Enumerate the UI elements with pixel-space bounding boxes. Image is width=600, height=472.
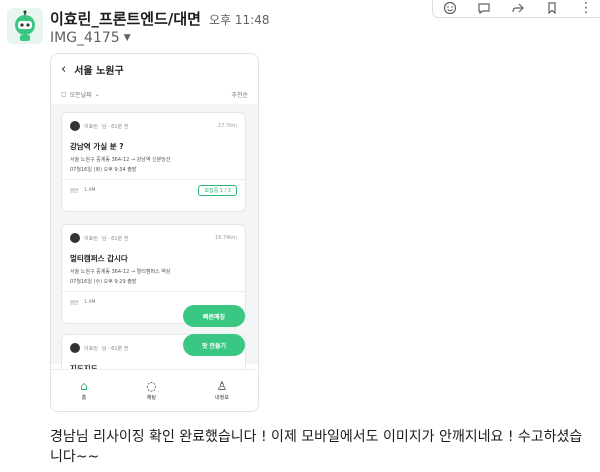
bookmark-icon[interactable] <box>541 0 563 17</box>
preview-app-header: ‹ 서울 노원구 <box>51 54 258 84</box>
card-tags: 일반 1.0M <box>70 300 95 306</box>
departure-time: 07월16일 (수) 오후 9:29 출발 <box>70 279 137 285</box>
more-actions-icon[interactable]: ⋮ <box>575 0 597 17</box>
tab-home: ⌂ 홈 <box>80 379 88 401</box>
author-name: 이효린 <box>84 345 98 352</box>
attached-image[interactable]: ‹ 서울 노원구 ▢ 모든날짜 ⌄ 추천순 이효린 님 · 61분 전 17.7… <box>50 53 259 412</box>
attachment-title[interactable]: IMG_4175 ▼ <box>50 30 131 46</box>
message-actions-toolbar: ⋮ <box>432 0 600 18</box>
quick-match-button: 빠른매칭 <box>183 305 245 327</box>
slack-message: 이효린_프론트엔드/대면 오후 11:48 IMG_4175 ▼ ⋮ ‹ 서울 … <box>0 0 600 472</box>
tab-chat: ◌ 채팅 <box>146 379 157 401</box>
preview-filter-row: ▢ 모든날짜 ⌄ 추천순 <box>61 90 248 99</box>
message-body: 경남님 리사이징 확인 완료했습니다 ! 이제 모바일에서도 이미지가 안깨지네… <box>50 429 583 465</box>
distance: 17.7km <box>218 123 237 129</box>
share-icon[interactable] <box>507 0 529 17</box>
chat-icon: ◌ <box>146 379 157 393</box>
route-text: 서울 노원구 중계동 364-12 → 강남역 신분당선 <box>70 157 171 163</box>
preview-title: 서울 노원구 <box>74 65 124 77</box>
author-name: 이효린 <box>84 235 98 242</box>
message-header: 이효린_프론트엔드/대면 오후 11:48 <box>50 8 269 29</box>
post-meta: 님 · 61분 전 <box>101 235 129 242</box>
emoji-reaction-icon[interactable] <box>439 0 461 17</box>
author-avatar <box>70 233 80 243</box>
sort-label: 추천순 <box>231 92 248 99</box>
tag: 1.0M <box>84 300 96 305</box>
author-name: 이효린 <box>84 123 98 130</box>
home-icon: ⌂ <box>80 379 88 393</box>
author-avatar <box>70 343 80 353</box>
route-text: 서울 노원구 중계동 364-12 → 멀티캠퍼스 역삼 <box>70 269 171 275</box>
divider <box>62 179 245 180</box>
post-meta: 님 · 61분 전 <box>101 123 129 130</box>
chevron-down-icon: ⌄ <box>94 91 100 98</box>
chevron-down-icon[interactable]: ▼ <box>124 33 131 43</box>
card-tags: 일반 1.0M <box>70 188 95 194</box>
calendar-icon: ▢ <box>61 91 67 98</box>
tag: 일반 <box>70 189 79 194</box>
create-party-button: 팟 만들기 <box>183 334 245 356</box>
sender-name[interactable]: 이효린_프론트엔드/대면 <box>50 8 201 29</box>
back-arrow-icon: ‹ <box>61 61 67 77</box>
robot-avatar-icon <box>7 8 43 44</box>
post-meta: 님 · 61분 전 <box>101 345 129 352</box>
distance: 16.74km <box>214 235 237 241</box>
profile-icon: ♙ <box>216 379 228 393</box>
message-time[interactable]: 오후 11:48 <box>209 11 269 28</box>
reply-thread-icon[interactable] <box>473 0 495 17</box>
card-title: 강남역 가실 분 ? <box>70 142 124 151</box>
departure-time: 07월16일 (화) 오후 9:34 출발 <box>70 167 137 173</box>
preview-card: 이효린 님 · 61분 전 17.7km 강남역 가실 분 ? 서울 노원구 중… <box>61 112 246 212</box>
date-filter: 모든날짜 <box>69 92 92 99</box>
tag: 일반 <box>70 301 79 306</box>
divider <box>62 291 245 292</box>
status-badge: 모집중 1 / 3 <box>198 185 237 196</box>
author-avatar <box>70 121 80 131</box>
card-title: 멀티캠퍼스 갑시다 <box>70 254 128 263</box>
avatar[interactable] <box>7 8 43 44</box>
preview-tab-bar: ⌂ 홈 ◌ 채팅 ♙ 내정보 <box>51 369 258 411</box>
attachment-name: IMG_4175 <box>50 30 120 46</box>
tag: 1.0M <box>84 188 96 193</box>
tab-profile: ♙ 내정보 <box>215 379 229 401</box>
